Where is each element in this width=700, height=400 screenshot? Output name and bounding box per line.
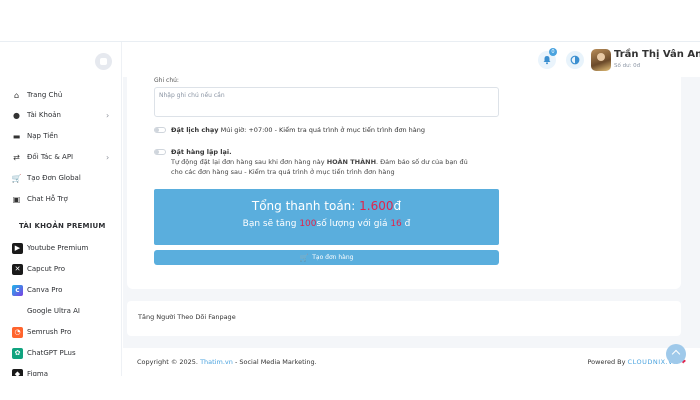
sidebar-item-label: Canva Pro <box>27 286 63 294</box>
google-icon <box>12 305 23 317</box>
avatar[interactable] <box>591 49 611 71</box>
capcut-icon: ✕ <box>12 263 23 275</box>
footer: Copyright © 2025. Thatim.vn - Social Med… <box>123 348 700 376</box>
schedule-description: Múi giờ: +07:00 - Kiểm tra quá trình ở m… <box>220 126 426 134</box>
repeat-order-desc-line2: cho các đơn hàng sau - Kiểm tra quá trìn… <box>171 168 395 176</box>
summary-text: đ <box>401 219 411 229</box>
sidebar-item-youtube-premium[interactable]: ▶ Youtube Premium <box>0 240 121 256</box>
chatgpt-icon: ✿ <box>12 347 23 359</box>
note-textarea[interactable]: Nhập ghi chú nếu cần <box>154 87 499 117</box>
sidebar-item-topup[interactable]: ▬ Nạp Tiền <box>0 128 121 144</box>
bottom-strip <box>0 376 700 400</box>
summary-text: số lượng với giá <box>316 219 391 229</box>
sidebar-item-canva-pro[interactable]: c Canva Pro <box>0 282 121 298</box>
repeat-title-text: Đặt hàng lặp lại. <box>171 148 232 156</box>
bell-icon <box>543 56 551 65</box>
sidebar-item-semrush-pro[interactable]: ◔ Semrush Pro <box>0 324 121 340</box>
scroll-to-top-button[interactable] <box>666 344 686 364</box>
create-order-button[interactable]: 🛒 Tạo đơn hàng <box>154 250 499 265</box>
site-link[interactable]: Thatim.vn <box>200 358 233 366</box>
premium-section-title: TÀI KHOẢN PREMIUM <box>19 222 106 230</box>
powered-prefix: Powered By <box>587 358 628 366</box>
theme-toggle-button[interactable] <box>566 51 584 69</box>
total-payment-box: Tổng thanh toán: 1.600đ Bạn sẽ tăng 100s… <box>154 189 499 245</box>
sidebar-item-label: Đối Tác & API <box>27 153 74 161</box>
schedule-option: Đặt lịch chạy Múi giờ: +07:00 - Kiểm tra… <box>171 126 425 134</box>
sidebar-item-label: Youtube Premium <box>27 244 89 252</box>
sidebar-item-label: Tạo Đơn Global <box>27 174 81 182</box>
copyright-suffix: - Social Media Marketing. <box>232 358 317 366</box>
repeat-desc-bold: HOÀN THÀNH <box>326 158 377 166</box>
schedule-title: Đặt lịch chạy <box>171 126 219 134</box>
sidebar-item-global-order[interactable]: 🛒 Tạo Đơn Global <box>0 170 121 186</box>
total-currency: đ <box>393 199 402 213</box>
sidebar: ⌂ Trang Chủ ● Tài Khoản › ▬ Nạp Tiền ⇄ Đ… <box>0 77 122 400</box>
wallet-icon: ▬ <box>12 131 21 141</box>
user-icon: ● <box>13 110 20 120</box>
summary-quantity: 100 <box>299 219 317 229</box>
repeat-order-title: Đặt hàng lặp lại. <box>171 148 232 156</box>
top-strip <box>0 0 700 41</box>
sidebar-item-label: Chat Hỗ Trợ <box>27 195 68 203</box>
notification-badge: 0 <box>549 48 557 56</box>
repeat-order-desc-line1: Tự động đặt lại đơn hàng sau khi đơn hàn… <box>171 158 468 166</box>
sidebar-item-account[interactable]: ● Tài Khoản › <box>0 107 121 123</box>
sidebar-item-chatgpt-plus[interactable]: ✿ ChatGPT PLus <box>0 345 121 361</box>
sidebar-item-label: ChatGPT PLus <box>27 349 76 357</box>
total-amount: 1.600 <box>359 199 394 213</box>
sidebar-item-label: Tài Khoản <box>27 111 61 119</box>
contrast-icon <box>570 55 580 65</box>
summary-text: Bạn sẽ tăng <box>242 219 300 229</box>
user-name[interactable]: Trần Thị Vân Anh <box>614 49 700 60</box>
sidebar-item-google-ultra-ai[interactable]: Google Ultra AI <box>0 303 121 319</box>
chevron-right-icon: › <box>106 152 110 162</box>
api-icon: ⇄ <box>13 152 20 162</box>
copyright-text: Copyright © 2025. Thatim.vn - Social Med… <box>137 358 317 366</box>
user-balance: Số dư: 0đ <box>614 63 641 69</box>
sidebar-item-home[interactable]: ⌂ Trang Chủ <box>0 87 121 103</box>
schedule-toggle[interactable] <box>154 127 166 133</box>
chevron-right-icon: › <box>106 110 110 120</box>
sidebar-item-api[interactable]: ⇄ Đối Tác & API › <box>0 149 121 165</box>
canva-icon: c <box>12 284 23 296</box>
sidebar-item-support-chat[interactable]: ▣ Chat Hỗ Trợ <box>0 191 121 207</box>
fanpage-card[interactable]: Tăng Người Theo Dõi Fanpage <box>127 301 681 336</box>
total-summary-line: Bạn sẽ tăng 100số lượng với giá 16 đ <box>154 219 499 229</box>
summary-price: 16 <box>390 219 402 229</box>
sidebar-item-label: Nạp Tiền <box>27 132 58 140</box>
total-payment-line: Tổng thanh toán: 1.600đ <box>154 199 499 213</box>
semrush-icon: ◔ <box>12 326 23 338</box>
chat-icon: ▣ <box>12 194 21 204</box>
copyright-prefix: Copyright © 2025. <box>137 358 201 366</box>
top-header: 0 Trần Thị Vân Anh Số dư: 0đ <box>0 41 700 78</box>
sidebar-item-label: Semrush Pro <box>27 328 72 336</box>
cart-icon: 🛒 <box>299 253 309 262</box>
repeat-desc-part: Tự động đặt lại đơn hàng sau khi đơn hàn… <box>171 158 327 166</box>
sidebar-item-label: Trang Chủ <box>27 91 63 99</box>
sidebar-item-label: Capcut Pro <box>27 265 65 273</box>
repeat-desc-part: . Đảm bảo số dư của bạn đủ <box>376 158 468 166</box>
home-icon: ⌂ <box>13 90 20 100</box>
fanpage-title: Tăng Người Theo Dõi Fanpage <box>138 313 236 321</box>
total-label: Tổng thanh toán: <box>251 199 360 213</box>
cart-icon: 🛒 <box>11 173 22 183</box>
sidebar-item-capcut-pro[interactable]: ✕ Capcut Pro <box>0 261 121 277</box>
create-order-label: Tạo đơn hàng <box>312 254 354 261</box>
youtube-icon: ▶ <box>12 242 23 254</box>
order-form-card: Ghi chú: Nhập ghi chú nếu cần Đặt lịch c… <box>127 77 681 289</box>
repeat-order-toggle[interactable] <box>154 149 166 155</box>
sidebar-toggle-button[interactable] <box>95 53 112 70</box>
brand-area <box>0 42 122 78</box>
note-label: Ghi chú: <box>154 77 179 84</box>
sidebar-item-label: Google Ultra AI <box>27 307 80 315</box>
